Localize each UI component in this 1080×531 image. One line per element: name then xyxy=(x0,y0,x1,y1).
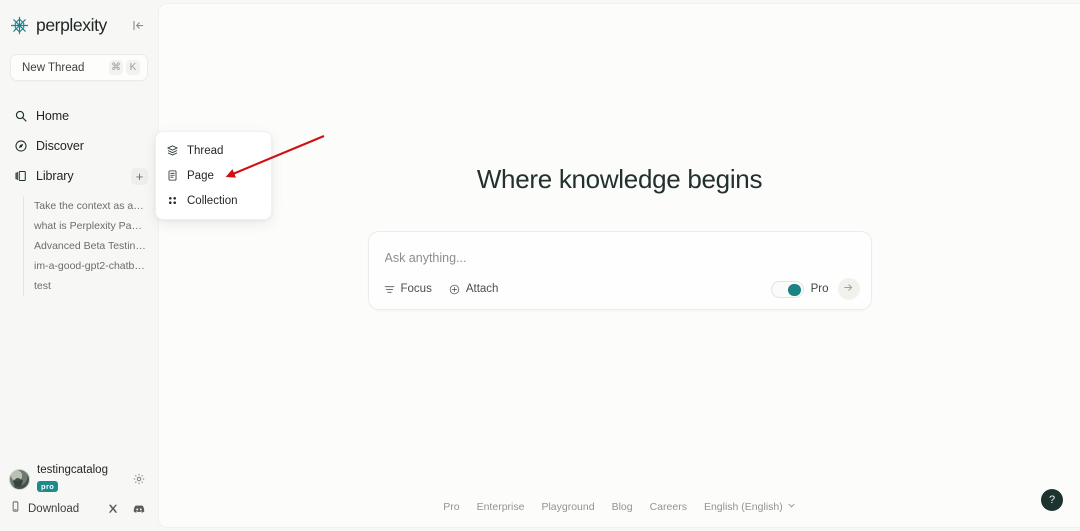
stack-layers-icon xyxy=(166,144,179,157)
sidebar-bottom-links: Download xyxy=(9,496,149,522)
user-profile[interactable]: testingcatalog pro xyxy=(9,462,149,496)
new-thread-shortcut: ⌘ K xyxy=(109,60,140,75)
page-title: Where knowledge begins xyxy=(477,164,762,195)
kbd-cmd: ⌘ xyxy=(109,60,123,75)
footer-link-enterprise[interactable]: Enterprise xyxy=(477,501,525,513)
sidebar-item-discover[interactable]: Discover xyxy=(0,131,158,161)
main-content: Where knowledge begins Focus xyxy=(158,3,1080,528)
document-page-icon xyxy=(166,169,179,182)
language-label: English (English) xyxy=(704,501,783,513)
collapse-sidebar-icon[interactable] xyxy=(128,15,148,35)
new-thread-button[interactable]: New Thread ⌘ K xyxy=(10,54,148,81)
footer-link-careers[interactable]: Careers xyxy=(650,501,687,513)
filter-sliders-icon xyxy=(383,283,396,296)
kbd-k: K xyxy=(126,60,140,75)
sidebar-nav: Home Discover xyxy=(0,101,158,296)
help-button[interactable]: ? xyxy=(1041,489,1063,511)
plus-icon[interactable]: + xyxy=(131,168,148,185)
download-label: Download xyxy=(28,503,79,515)
chevron-down-icon xyxy=(787,501,796,513)
sidebar: perplexity New Thread ⌘ K xyxy=(0,0,158,531)
pro-label: Pro xyxy=(811,283,829,295)
list-item[interactable]: Take the context as a… xyxy=(34,196,146,216)
sidebar-footer: testingcatalog pro xyxy=(0,462,158,531)
footer-link-playground[interactable]: Playground xyxy=(541,501,594,513)
sidebar-header: perplexity xyxy=(0,0,158,50)
x-twitter-icon[interactable] xyxy=(107,503,119,515)
list-item[interactable]: im-a-good-gpt2-chatb… xyxy=(34,256,146,276)
download-link[interactable]: Download xyxy=(9,500,107,518)
brand-name: perplexity xyxy=(36,15,107,36)
toggle-knob xyxy=(788,284,801,297)
social-links xyxy=(107,502,149,516)
sidebar-item-library-label: Library xyxy=(36,169,74,183)
sidebar-item-home[interactable]: Home xyxy=(0,101,158,131)
ask-box-toolbar: Focus Attach Pro xyxy=(369,269,871,309)
search-input[interactable] xyxy=(369,232,871,269)
pro-toggle-group: Pro xyxy=(771,281,829,298)
perplexity-logo-icon xyxy=(9,15,30,36)
footer-link-blog[interactable]: Blog xyxy=(612,501,633,513)
sidebar-item-discover-label: Discover xyxy=(36,139,84,153)
sidebar-item-home-label: Home xyxy=(36,109,69,123)
attach-label: Attach xyxy=(466,283,499,295)
plus-circle-icon xyxy=(448,283,461,296)
submit-button[interactable] xyxy=(838,278,860,300)
page-footer: Pro Enterprise Playground Blog Careers E… xyxy=(159,501,1080,513)
menu-item-thread-label: Thread xyxy=(187,145,223,157)
list-item[interactable]: what is Perplexity Pages xyxy=(34,216,146,236)
brand[interactable]: perplexity xyxy=(9,15,107,36)
search-icon xyxy=(13,109,28,124)
list-item[interactable]: Advanced Beta Testing… xyxy=(34,236,146,256)
compass-icon xyxy=(13,139,28,154)
menu-item-page-label: Page xyxy=(187,170,214,182)
status-badge: pro xyxy=(37,481,58,493)
user-name: testingcatalog xyxy=(37,464,129,476)
grid-dots-collection-icon xyxy=(166,194,179,207)
library-add-menu: Thread Page Collection xyxy=(155,131,272,220)
focus-label: Focus xyxy=(401,283,432,295)
discord-icon[interactable] xyxy=(132,502,146,516)
pro-toggle[interactable] xyxy=(771,281,804,298)
menu-item-thread[interactable]: Thread xyxy=(156,138,271,163)
sidebar-item-library[interactable]: Library + xyxy=(0,161,158,191)
arrow-right-icon xyxy=(842,281,855,297)
focus-button[interactable]: Focus xyxy=(383,283,432,296)
list-item[interactable]: test xyxy=(34,276,146,296)
app-root: perplexity New Thread ⌘ K xyxy=(0,0,1080,531)
new-thread-label: New Thread xyxy=(22,62,109,74)
gear-icon[interactable] xyxy=(129,469,149,489)
menu-item-collection[interactable]: Collection xyxy=(156,188,271,213)
attach-button[interactable]: Attach xyxy=(448,283,499,296)
avatar xyxy=(9,469,30,490)
library-icon xyxy=(13,169,28,184)
ask-box: Focus Attach Pro xyxy=(368,231,872,310)
library-thread-list: Take the context as a… what is Perplexit… xyxy=(23,196,158,296)
phone-icon xyxy=(9,500,22,518)
footer-link-pro[interactable]: Pro xyxy=(443,501,459,513)
menu-item-page[interactable]: Page xyxy=(156,163,271,188)
language-selector[interactable]: English (English) xyxy=(704,501,796,513)
menu-item-collection-label: Collection xyxy=(187,195,238,207)
